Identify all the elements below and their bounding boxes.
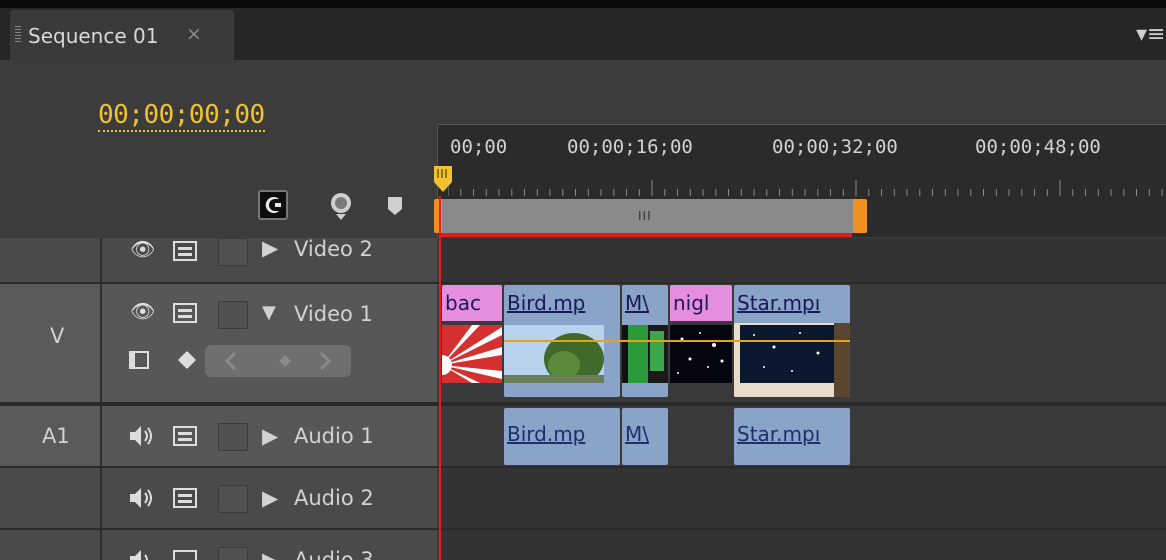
track-expand-icon[interactable]: ▶ — [262, 424, 278, 448]
track-expand-icon[interactable]: ▶ — [262, 236, 278, 260]
playhead-handle[interactable] — [432, 164, 454, 196]
audio-clip[interactable]: Bird.mp — [504, 408, 620, 465]
keyframe-icon[interactable] — [176, 349, 200, 377]
keyframe-navigator[interactable] — [205, 345, 351, 377]
clip-label: Star.mpı — [737, 291, 821, 315]
video2-track-lane[interactable] — [440, 238, 1166, 284]
current-timecode[interactable]: 00;00;00;00 — [98, 100, 265, 132]
tab-grip-icon[interactable] — [15, 26, 21, 44]
marker-icon[interactable] — [386, 195, 404, 217]
target-label: A1 — [42, 424, 70, 448]
work-area-grip: III — [638, 209, 652, 223]
target-label: V — [50, 324, 65, 348]
render-bar — [440, 233, 852, 237]
eye-icon[interactable]: 👁 — [130, 299, 155, 323]
add-marker-icon[interactable] — [327, 190, 357, 222]
snap-icon[interactable] — [258, 190, 288, 220]
lock-track-toggle[interactable] — [218, 547, 248, 560]
audio-clip[interactable]: M\ — [622, 408, 668, 465]
clip-thumbnail — [670, 325, 732, 383]
window-top-edge — [0, 0, 1166, 8]
sync-lock-icon[interactable] — [172, 487, 198, 513]
ruler-label: 00;00;16;00 — [567, 136, 693, 158]
clip-thumbnail — [734, 323, 850, 397]
clip-label: Star.mpı — [737, 422, 821, 446]
audio3-track-lane[interactable] — [440, 530, 1166, 560]
track-name: Audio 2 — [294, 486, 374, 510]
sync-lock-icon[interactable] — [172, 240, 198, 266]
lock-track-toggle[interactable] — [218, 238, 248, 266]
sync-lock-icon[interactable] — [172, 302, 198, 328]
speaker-icon[interactable] — [128, 547, 156, 560]
ruler-label: 00;00;48;00 — [975, 136, 1101, 158]
track-target-a3[interactable] — [0, 530, 102, 560]
sync-lock-icon[interactable] — [172, 425, 198, 451]
clip-thumbnail — [622, 325, 668, 383]
clip-label: M\ — [625, 291, 649, 315]
track-name: Audio 3 — [294, 548, 374, 560]
clip-label: bac — [442, 285, 502, 321]
clip-label: Bird.mp — [507, 422, 586, 446]
audio-clip[interactable]: Star.mpı — [734, 408, 850, 465]
lock-track-toggle[interactable] — [218, 485, 248, 513]
lock-track-toggle[interactable] — [218, 301, 248, 329]
panel-menu-icon[interactable]: ▾≡ — [1136, 22, 1165, 47]
audio3-header-clip: ▶ Audio 3 — [102, 530, 437, 560]
opacity-rubber-band[interactable] — [504, 340, 850, 342]
sync-lock-icon[interactable] — [172, 549, 198, 560]
track-target-v2[interactable] — [0, 238, 102, 284]
track-target-a2[interactable] — [0, 468, 102, 528]
clip-label: M\ — [625, 422, 649, 446]
work-area-end-handle[interactable] — [853, 199, 867, 233]
lock-track-toggle[interactable] — [218, 423, 248, 451]
ruler-label: 00;00;32;00 — [772, 136, 898, 158]
speaker-icon[interactable] — [128, 485, 156, 516]
track-collapse-icon[interactable]: ▼ — [262, 302, 276, 323]
clip-thumbnail — [442, 325, 502, 383]
clip-label: Bird.mp — [507, 291, 586, 315]
track-name: Video 2 — [294, 237, 373, 261]
audio2-track-lane[interactable] — [440, 468, 1166, 528]
track-expand-icon[interactable]: ▶ — [262, 548, 278, 560]
speaker-icon[interactable] — [128, 423, 156, 454]
ruler-label: 00;00 — [450, 136, 508, 158]
close-icon[interactable]: × — [186, 23, 202, 45]
display-style-icon[interactable] — [128, 349, 152, 377]
tab-title: Sequence 01 — [28, 24, 159, 48]
eye-icon[interactable]: 👁 — [130, 237, 155, 261]
clip-thumbnail — [504, 325, 604, 383]
ruler-ticks — [448, 180, 1163, 196]
playhead-line — [439, 196, 441, 560]
video-clip[interactable]: bac — [442, 285, 502, 397]
clip-label: nigl — [670, 285, 732, 321]
track-expand-icon[interactable]: ▶ — [262, 486, 278, 510]
track-name: Audio 1 — [294, 424, 374, 448]
track-name: Video 1 — [294, 302, 373, 326]
